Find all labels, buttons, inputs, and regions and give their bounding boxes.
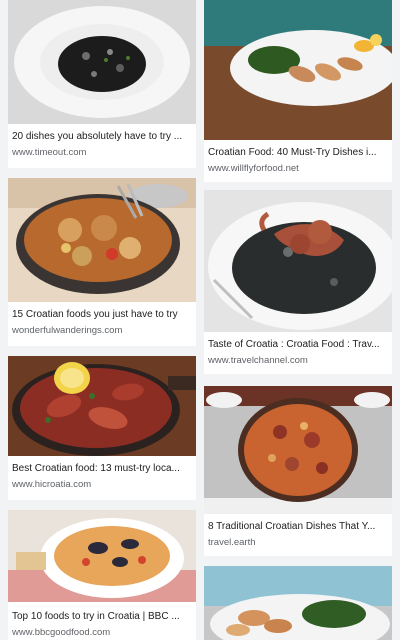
grilled-squid-plate-image — [204, 0, 392, 140]
result-thumbnail[interactable] — [8, 356, 196, 456]
result-card[interactable]: 20 dishes you absolutely have to try ...… — [8, 0, 196, 168]
result-card[interactable] — [204, 566, 392, 640]
result-thumbnail[interactable] — [8, 178, 196, 302]
result-thumbnail[interactable] — [8, 0, 196, 124]
result-thumbnail[interactable] — [8, 510, 196, 602]
sausage-skillet-lemon-image — [8, 356, 196, 456]
seafood-greens-plate-image — [204, 566, 392, 640]
result-card[interactable]: 8 Traditional Croatian Dishes That Y... … — [204, 386, 392, 556]
result-thumbnail[interactable] — [204, 566, 392, 640]
octopus-peka-pan-image — [204, 386, 392, 514]
result-card[interactable]: Taste of Croatia : Croatia Food : Trav..… — [204, 190, 392, 374]
result-card[interactable]: Croatian Food: 40 Must-Try Dishes i... w… — [204, 0, 392, 182]
result-title[interactable]: 20 dishes you absolutely have to try ... — [12, 130, 192, 143]
black-risotto-bowl-image — [8, 0, 196, 124]
result-source: www.willflyforfood.net — [208, 163, 299, 174]
octopus-black-risotto-image — [204, 190, 392, 332]
result-thumbnail[interactable] — [204, 190, 392, 332]
result-source: www.travelchannel.com — [208, 355, 308, 366]
result-title[interactable]: 15 Croatian foods you just have to try — [12, 308, 192, 321]
result-source: www.hicroatia.com — [12, 479, 92, 490]
result-thumbnail[interactable] — [204, 0, 392, 140]
result-card[interactable]: Best Croatian food: 13 must-try loca... … — [8, 356, 196, 500]
result-card[interactable]: Top 10 foods to try in Croatia | BBC ...… — [8, 510, 196, 640]
result-source: www.bbcgoodfood.com — [12, 627, 111, 638]
result-thumbnail[interactable] — [204, 386, 392, 514]
result-source: travel.earth — [208, 537, 256, 548]
result-title[interactable]: Croatian Food: 40 Must-Try Dishes i... — [208, 146, 388, 159]
result-source: www.timeout.com — [12, 147, 87, 158]
result-title[interactable]: Taste of Croatia : Croatia Food : Trav..… — [208, 338, 388, 351]
result-source: wonderfulwanderings.com — [12, 325, 123, 336]
result-title[interactable]: 8 Traditional Croatian Dishes That Y... — [208, 520, 388, 533]
result-title[interactable]: Best Croatian food: 13 must-try loca... — [12, 462, 192, 475]
result-title[interactable]: Top 10 foods to try in Croatia | BBC ... — [12, 610, 192, 623]
mussel-pasta-bowl-image — [8, 510, 196, 602]
chicken-peka-pan-image — [8, 178, 196, 302]
result-card[interactable]: 15 Croatian foods you just have to try w… — [8, 178, 196, 346]
